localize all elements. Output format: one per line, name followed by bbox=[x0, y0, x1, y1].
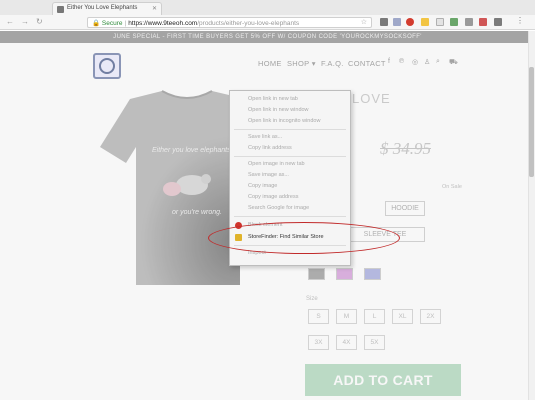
browser-tab[interactable]: Either You Love Elephants ✕ bbox=[52, 2, 162, 15]
extension-icon[interactable] bbox=[393, 18, 401, 26]
size-option[interactable]: 2X bbox=[420, 309, 441, 324]
tab-favicon-icon bbox=[57, 6, 64, 13]
page-scrollbar[interactable] bbox=[528, 31, 535, 400]
reload-icon[interactable]: ↻ bbox=[36, 17, 43, 26]
color-swatch[interactable] bbox=[336, 268, 353, 280]
storefinder-icon bbox=[235, 234, 242, 241]
menu-item-search-google-image[interactable]: Search Google for image bbox=[230, 204, 350, 213]
facebook-icon[interactable]: f bbox=[388, 58, 390, 65]
promo-banner: JUNE SPECIAL - FIRST TIME BUYERS GET 5% … bbox=[0, 31, 535, 43]
account-icon[interactable]: ♙ bbox=[424, 58, 430, 66]
browser-toolbar: ← → ↻ 🔒 Secure | https://www.9teeoh.com/pr… bbox=[0, 15, 535, 30]
menu-item-copy-image-address[interactable]: Copy image address bbox=[230, 193, 350, 202]
instagram-icon[interactable]: ◎ bbox=[412, 58, 418, 66]
color-swatch[interactable] bbox=[308, 268, 325, 280]
extension-icon[interactable] bbox=[406, 18, 414, 26]
size-option[interactable]: L bbox=[364, 309, 385, 324]
nav-home[interactable]: HOME bbox=[258, 59, 282, 68]
size-option[interactable]: 4X bbox=[336, 335, 357, 350]
nav-faq[interactable]: F.A.Q. bbox=[321, 59, 344, 68]
menu-item-block-element[interactable]: Block element bbox=[230, 221, 350, 230]
tab-title: Either You Love Elephants bbox=[67, 5, 138, 11]
browser-tab-bar: Either You Love Elephants ✕ bbox=[0, 0, 535, 15]
bookmark-star-icon[interactable]: ☆ bbox=[361, 18, 367, 26]
menu-item-save-link[interactable]: Save link as... bbox=[230, 133, 350, 142]
menu-separator bbox=[234, 129, 346, 130]
menu-item-copy-image[interactable]: Copy image bbox=[230, 182, 350, 191]
url-host: https://www.9teeoh.com bbox=[128, 20, 198, 27]
menu-item-open-link-incognito[interactable]: Open link in incognito window bbox=[230, 117, 350, 126]
menu-kebab-icon[interactable]: ⋮ bbox=[516, 16, 524, 25]
url-path: /products/either-you-love-elephants bbox=[197, 20, 300, 27]
search-icon[interactable]: ⌕ bbox=[436, 58, 440, 66]
back-icon[interactable]: ← bbox=[6, 17, 14, 26]
secure-lock-icon: 🔒 bbox=[92, 20, 101, 27]
extension-icon[interactable] bbox=[380, 18, 388, 26]
old-price: $ 34.95 bbox=[380, 139, 431, 158]
menu-item-storefinder[interactable]: StoreFinder: Find Similar Store bbox=[230, 233, 350, 242]
size-option[interactable]: 3X bbox=[308, 335, 329, 350]
menu-item-open-link-new-window[interactable]: Open link in new window bbox=[230, 106, 350, 115]
adblock-icon bbox=[235, 222, 242, 229]
style-option-sleeve-tee[interactable]: SLEEVE TEE bbox=[345, 227, 425, 242]
scrollbar-thumb[interactable] bbox=[529, 67, 534, 177]
menu-separator bbox=[234, 156, 346, 157]
menu-separator bbox=[234, 216, 346, 217]
close-tab-icon[interactable]: ✕ bbox=[152, 5, 157, 12]
nav-contact[interactable]: CONTACT bbox=[348, 59, 386, 68]
chevron-down-icon: ▾ bbox=[311, 59, 316, 68]
size-label: Size bbox=[306, 296, 318, 302]
forward-icon[interactable]: → bbox=[21, 17, 29, 26]
menu-item-inspect[interactable]: Inspect bbox=[230, 249, 350, 258]
pinterest-icon[interactable]: ℗ bbox=[399, 58, 404, 65]
extension-icon[interactable] bbox=[436, 18, 444, 26]
extension-icon[interactable] bbox=[494, 18, 502, 26]
menu-item-open-image[interactable]: Open image in new tab bbox=[230, 160, 350, 169]
size-option[interactable]: S bbox=[308, 309, 329, 324]
size-option[interactable]: M bbox=[336, 309, 357, 324]
color-swatch[interactable] bbox=[364, 268, 381, 280]
add-to-cart-button[interactable]: ADD TO CART bbox=[305, 364, 461, 396]
context-menu: Open link in new tab Open link in new wi… bbox=[229, 90, 351, 266]
address-bar[interactable]: 🔒 Secure | https://www.9teeoh.com/products… bbox=[87, 17, 372, 28]
nav-shop[interactable]: SHOP ▾ bbox=[287, 59, 316, 68]
extension-icon[interactable] bbox=[479, 18, 487, 26]
size-option[interactable]: 5X bbox=[364, 335, 385, 350]
cart-icon[interactable]: ⛟ bbox=[449, 58, 458, 67]
secure-label: Secure bbox=[101, 20, 123, 27]
on-sale-badge: On Sale bbox=[442, 184, 462, 190]
menu-separator bbox=[234, 245, 346, 246]
extension-icon[interactable] bbox=[450, 18, 458, 26]
menu-item-open-link-new-tab[interactable]: Open link in new tab bbox=[230, 95, 350, 104]
menu-item-copy-link[interactable]: Copy link address bbox=[230, 144, 350, 153]
style-option-hoodie[interactable]: HOODIE bbox=[385, 201, 425, 216]
store-logo[interactable] bbox=[93, 53, 121, 79]
menu-item-save-image[interactable]: Save image as... bbox=[230, 171, 350, 180]
extension-icon[interactable] bbox=[465, 18, 473, 26]
product-title: LOVE bbox=[352, 91, 391, 106]
size-option[interactable]: XL bbox=[392, 309, 413, 324]
extension-icon[interactable] bbox=[421, 18, 429, 26]
